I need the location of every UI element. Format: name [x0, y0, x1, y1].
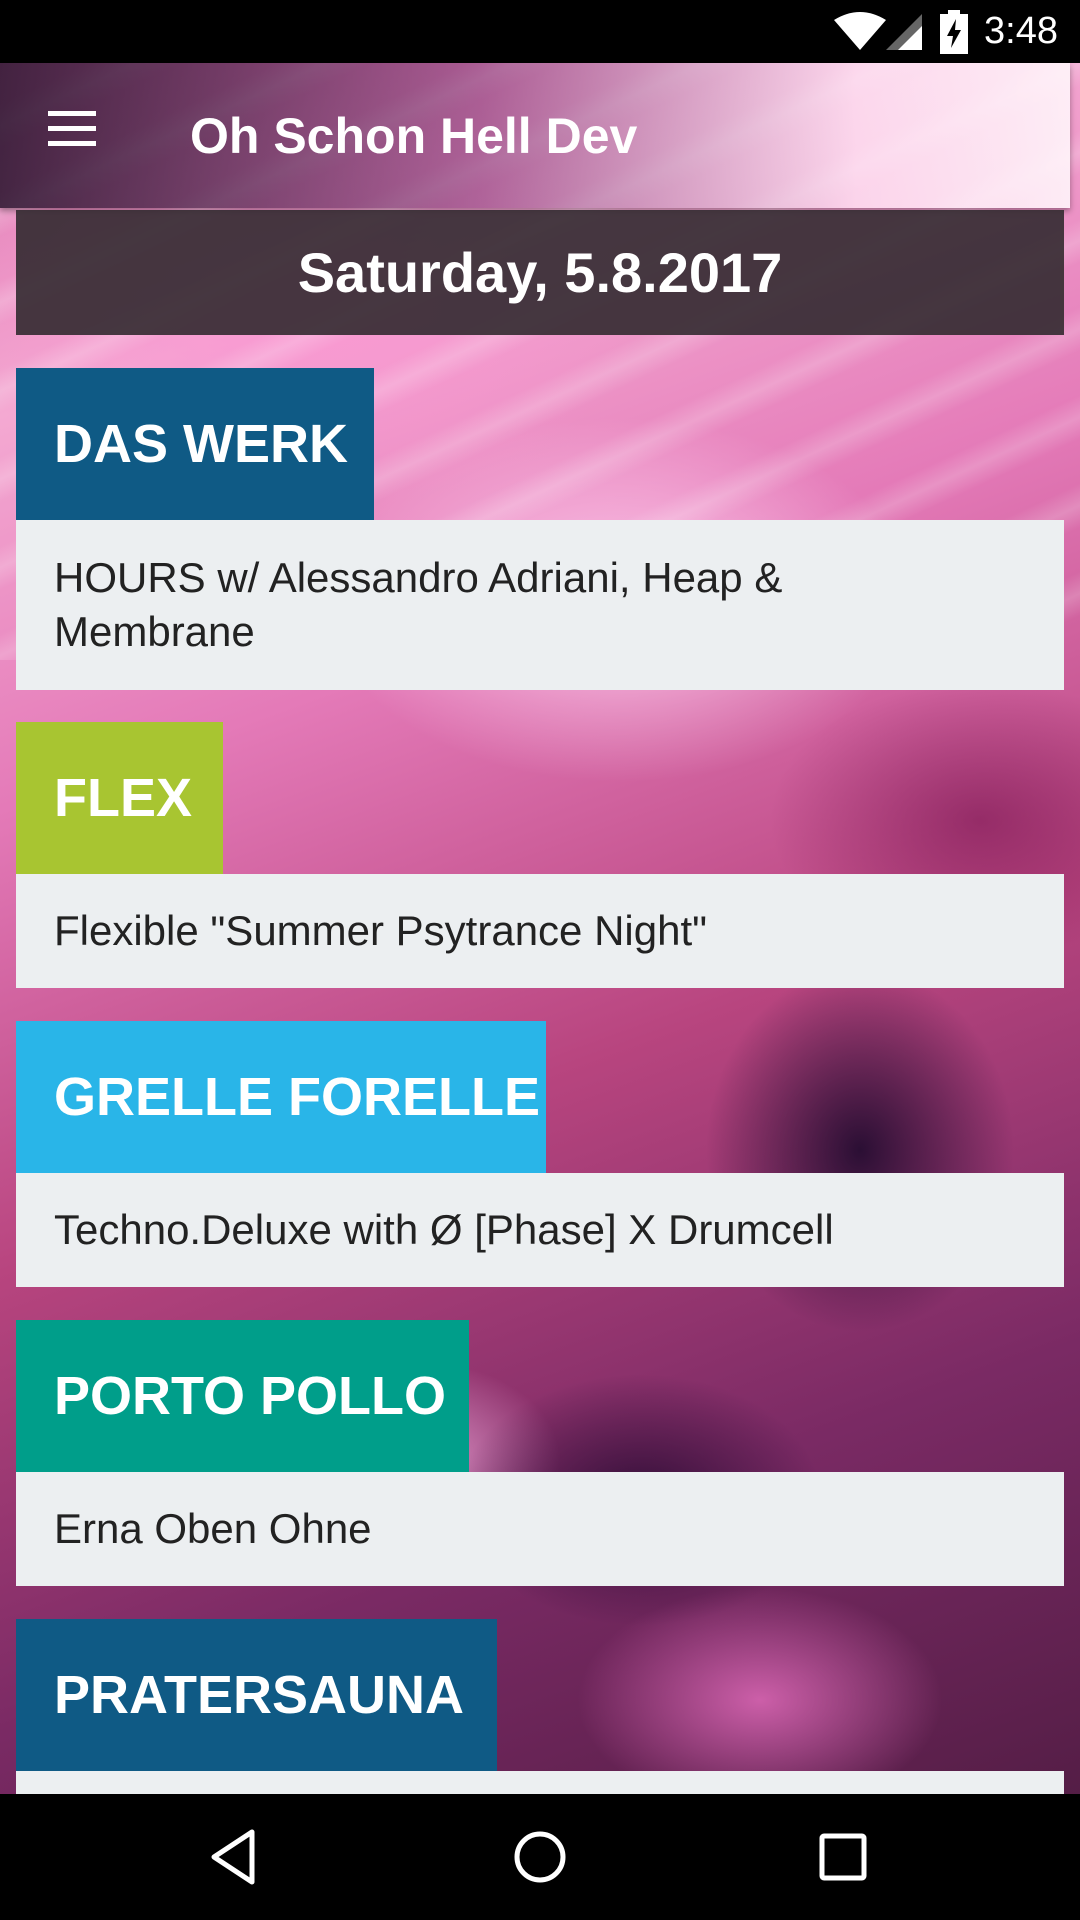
event-title: Flexible "Summer Psytrance Night"	[54, 907, 708, 954]
venue-label-grelle-forelle[interactable]: GRELLE FORELLE	[16, 1021, 546, 1173]
wifi-icon	[834, 12, 886, 50]
home-circle-icon[interactable]	[505, 1822, 575, 1892]
venue-label-porto-pollo[interactable]: PORTO POLLO	[16, 1320, 469, 1472]
venue-label-pratersauna[interactable]: PRATERSAUNA	[16, 1619, 497, 1771]
cell-signal-icon	[886, 14, 922, 50]
event-card-grelle-forelle[interactable]: Techno.Deluxe with Ø [Phase] X Drumcell	[16, 1173, 1064, 1287]
status-time: 3:48	[984, 10, 1058, 52]
event-card-das-werk[interactable]: HOURS w/ Alessandro Adriani, Heap & Memb…	[16, 520, 1064, 690]
event-card-flex[interactable]: Flexible "Summer Psytrance Night"	[16, 874, 1064, 988]
battery-charging-icon	[940, 10, 968, 54]
app-bar: Oh Schon Hell Dev	[0, 63, 1070, 208]
back-triangle-icon[interactable]	[200, 1822, 270, 1892]
navigation-bar	[0, 1794, 1080, 1920]
app-title: Oh Schon Hell Dev	[190, 108, 638, 164]
event-title: Techno.Deluxe with Ø [Phase] X Drumcell	[54, 1206, 834, 1253]
hamburger-menu-icon[interactable]	[38, 111, 108, 161]
status-bar: 3:48	[0, 0, 1080, 63]
event-title: Erna Oben Ohne	[54, 1505, 372, 1552]
app-screen: 3:48 Oh Schon Hell Dev Saturday, 5.8.201…	[0, 0, 1080, 1920]
date-header: Saturday, 5.8.2017	[16, 210, 1064, 335]
event-title-line-1: HOURS w/ Alessandro Adriani, Heap &	[54, 554, 783, 601]
event-title: HOURS w/ Alessandro Adriani, Heap & Memb…	[54, 551, 782, 659]
event-title-line-2: Membrane	[54, 608, 255, 655]
venue-label-flex[interactable]: FLEX	[16, 722, 223, 874]
recents-square-icon[interactable]	[808, 1822, 878, 1892]
venue-label-das-werk[interactable]: DAS WERK	[16, 368, 374, 520]
event-card-porto-pollo[interactable]: Erna Oben Ohne	[16, 1472, 1064, 1586]
